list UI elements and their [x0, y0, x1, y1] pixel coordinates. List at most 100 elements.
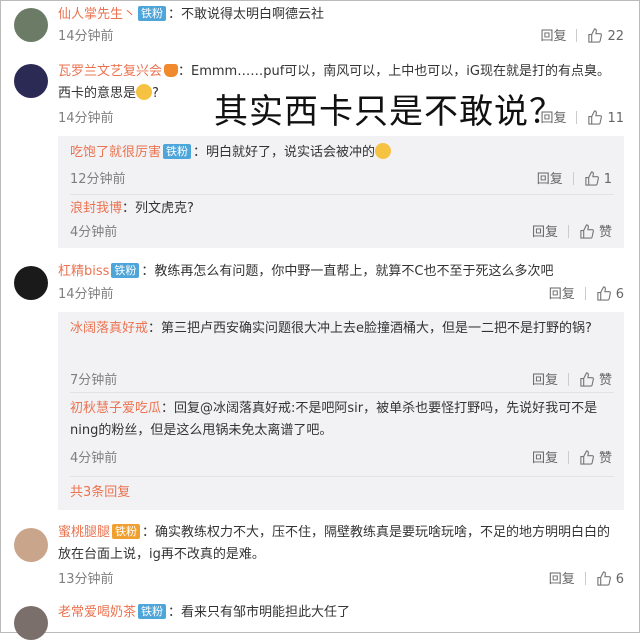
comment-time: 13分钟前 — [58, 572, 114, 587]
username[interactable]: 初秋慧子爱吃瓜 — [70, 401, 161, 416]
comment-time: 14分钟前 — [58, 287, 114, 302]
comment-actions: 回复 11 — [540, 110, 624, 128]
thumbs-up-icon — [588, 110, 603, 125]
avatar[interactable] — [14, 266, 48, 300]
dog-emoji-icon — [136, 84, 153, 100]
divider — [567, 451, 569, 464]
comment-text: ：教练再怎么有问题，你中野一直帮上，就算不C也不至于死这么多次吧 — [141, 264, 554, 279]
avatar[interactable] — [14, 606, 48, 640]
divider — [572, 172, 574, 185]
reply-divider — [70, 392, 614, 393]
reply-item: 冰阔落真好戒：第三把卢西安确实问题很大冲上去e脸撞酒桶大，但是一二把不是打野的锅… — [58, 316, 624, 392]
username[interactable]: 吃饱了就很厉害 — [70, 145, 161, 160]
comment-actions: 回复 22 — [540, 28, 624, 46]
like-button[interactable]: 6 — [596, 286, 624, 304]
avatar[interactable] — [14, 8, 48, 42]
comment-item: 仙人掌先生丶 铁粉 ：不敢说得太明白啊德云社 14分钟前 回复 22 — [0, 0, 640, 50]
reply-thread: 冰阔落真好戒：第三把卢西安确实问题很大冲上去e脸撞酒桶大，但是一二把不是打野的锅… — [58, 312, 624, 510]
reply-item: 吃饱了就很厉害 铁粉 ：明白就好了，说实话会被冲的 12分钟前 回复 1 — [58, 140, 624, 194]
reply-body: 初秋慧子爱吃瓜：回复@冰阔落真好戒:不是吧阿sir，被单杀也要怪打野吗，先说好我… — [70, 398, 614, 442]
reply-time: 4分钟前 — [70, 225, 118, 240]
like-count: 11 — [607, 111, 624, 126]
reply-button[interactable]: 回复 — [532, 373, 558, 388]
like-button[interactable]: 赞 — [579, 450, 612, 468]
username[interactable]: 浪封我博 — [70, 201, 122, 216]
gold-fan-badge: 铁粉 — [112, 524, 141, 539]
like-button[interactable]: 22 — [587, 28, 624, 46]
comment-body: 老常爱喝奶茶 铁粉 ：看来只有邹市明能担此大任了 — [58, 602, 618, 624]
like-count: 赞 — [598, 451, 612, 466]
comment-actions: 回复 6 — [549, 286, 624, 304]
comment-text: ：确实教练权力不大，压不住，隔壁教练真是要玩啥玩啥，不足的地方明明白白的放在台面… — [58, 525, 611, 562]
reply-actions: 回复 赞 — [532, 224, 612, 242]
reply-button[interactable]: 回复 — [540, 29, 566, 44]
divider — [576, 111, 578, 124]
like-count: 6 — [615, 287, 624, 302]
comment-actions: 回复 6 — [549, 571, 624, 589]
username[interactable]: 瓦罗兰文艺复兴会 — [58, 64, 162, 79]
reply-time: 12分钟前 — [70, 172, 126, 187]
divider — [567, 373, 569, 386]
reply-actions: 回复 赞 — [532, 372, 612, 390]
reply-text: ：明白就好了，说实话会被冲的 — [193, 145, 376, 160]
comment-text-end: ? — [152, 86, 159, 101]
comment-body: 杠精biss 铁粉 ：教练再怎么有问题，你中野一直帮上，就算不C也不至于死这么多次吧 — [58, 261, 618, 283]
comment-item: 老常爱喝奶茶 铁粉 ：看来只有邹市明能担此大任了 — [0, 598, 640, 640]
fan-badge: 铁粉 — [138, 604, 167, 619]
like-button[interactable]: 6 — [596, 571, 624, 589]
reply-actions: 回复 赞 — [532, 450, 612, 468]
reply-body: 冰阔落真好戒：第三把卢西安确实问题很大冲上去e脸撞酒桶大，但是一二把不是打野的锅… — [70, 318, 614, 340]
like-count: 赞 — [598, 225, 612, 240]
thumbs-up-icon — [580, 224, 594, 239]
reply-button[interactable]: 回复 — [549, 287, 575, 302]
like-count: 赞 — [598, 373, 612, 388]
fan-badge: 铁粉 — [138, 6, 167, 21]
reply-text: ：第三把卢西安确实问题很大冲上去e脸撞酒桶大，但是一二把不是打野的锅? — [148, 321, 592, 336]
thumbs-up-icon — [588, 28, 603, 43]
comment-item: 蜜桃腿腿 铁粉 ：确实教练权力不大，压不住，隔壁教练真是要玩啥玩啥，不足的地方明明白… — [0, 520, 640, 594]
reply-time: 4分钟前 — [70, 451, 118, 466]
reply-button[interactable]: 回复 — [532, 451, 558, 466]
reply-item: 浪封我博：列文虎克? 4分钟前 回复 赞 — [58, 196, 624, 246]
username[interactable]: 老常爱喝奶茶 — [58, 605, 136, 620]
vip-crown-icon — [164, 64, 179, 77]
like-count: 22 — [607, 29, 624, 44]
like-button[interactable]: 赞 — [579, 372, 612, 390]
like-button[interactable]: 赞 — [579, 224, 612, 242]
comment-body: 蜜桃腿腿 铁粉 ：确实教练权力不大，压不住，隔壁教练真是要玩啥玩啥，不足的地方明明白… — [58, 522, 618, 566]
like-count: 1 — [603, 172, 612, 187]
comment-text: ：不敢说得太明白啊德云社 — [168, 7, 325, 22]
comment-item: 杠精biss 铁粉 ：教练再怎么有问题，你中野一直帮上，就算不C也不至于死这么多次吧… — [0, 258, 640, 308]
reply-item: 初秋慧子爱吃瓜：回复@冰阔落真好戒:不是吧阿sir，被单杀也要怪打野吗，先说好我… — [58, 396, 624, 472]
reply-thread: 吃饱了就很厉害 铁粉 ：明白就好了，说实话会被冲的 12分钟前 回复 1 浪封我博：列… — [58, 136, 624, 248]
username[interactable]: 杠精biss — [58, 264, 109, 279]
comment-text: ：看来只有邹市明能担此大任了 — [168, 605, 351, 620]
like-button[interactable]: 1 — [584, 171, 612, 189]
fan-badge: 铁粉 — [111, 263, 140, 278]
like-count: 6 — [615, 572, 624, 587]
reply-button[interactable]: 回复 — [540, 111, 566, 126]
reply-body: 吃饱了就很厉害 铁粉 ：明白就好了，说实话会被冲的 — [70, 142, 614, 164]
thumbs-up-icon — [580, 450, 594, 465]
username[interactable]: 仙人掌先生丶 — [58, 7, 136, 22]
thumbs-up-icon — [597, 286, 611, 301]
reply-button[interactable]: 回复 — [532, 225, 558, 240]
reply-actions: 回复 1 — [537, 171, 612, 189]
comment-time: 14分钟前 — [58, 111, 114, 126]
reply-button[interactable]: 回复 — [549, 572, 575, 587]
thumbs-up-icon — [585, 171, 599, 186]
avatar[interactable] — [14, 64, 48, 98]
divider — [584, 572, 586, 585]
more-replies-link[interactable]: 共3条回复 — [70, 484, 130, 502]
reply-button[interactable]: 回复 — [537, 172, 563, 187]
reply-divider — [70, 476, 614, 477]
comment-item: 瓦罗兰文艺复兴会 ：Emmm……puf可以，南风可以，上中也可以，iG现在就是打的… — [0, 58, 640, 138]
laugh-emoji-icon — [375, 143, 392, 159]
thumbs-up-icon — [597, 571, 611, 586]
avatar[interactable] — [14, 528, 48, 562]
username[interactable]: 蜜桃腿腿 — [58, 525, 110, 540]
like-button[interactable]: 11 — [587, 110, 624, 128]
comment-body: 瓦罗兰文艺复兴会 ：Emmm……puf可以，南风可以，上中也可以，iG现在就是打的… — [58, 61, 618, 105]
username[interactable]: 冰阔落真好戒 — [70, 321, 148, 336]
divider — [567, 225, 569, 238]
